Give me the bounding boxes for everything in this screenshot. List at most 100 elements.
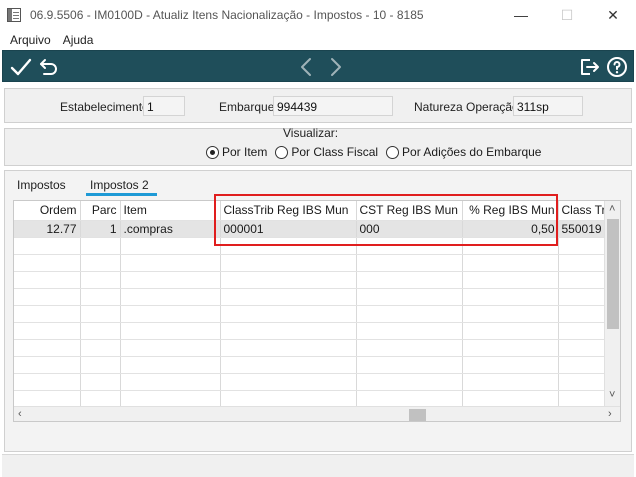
table-cell[interactable] bbox=[462, 254, 559, 272]
table-cell[interactable] bbox=[120, 322, 221, 340]
table-cell[interactable] bbox=[356, 339, 463, 357]
table-cell[interactable] bbox=[120, 271, 221, 289]
estabelecimento-field[interactable]: 1 bbox=[143, 96, 185, 116]
table-cell[interactable] bbox=[80, 288, 121, 306]
table-cell[interactable] bbox=[14, 356, 81, 374]
table-row[interactable] bbox=[14, 254, 619, 272]
table-cell[interactable] bbox=[356, 271, 463, 289]
minimize-button[interactable]: — bbox=[498, 0, 544, 30]
radio-por-adicoes-embarque[interactable]: Por Adições do Embarque bbox=[386, 145, 541, 159]
table-cell[interactable] bbox=[120, 339, 221, 357]
table-cell[interactable] bbox=[14, 339, 81, 357]
radio-por-class-fiscal[interactable]: Por Class Fiscal bbox=[275, 145, 378, 159]
scroll-up-icon[interactable]: ˄ bbox=[609, 203, 615, 215]
table-cell[interactable] bbox=[462, 271, 559, 289]
exit-icon[interactable] bbox=[577, 55, 601, 79]
table-cell[interactable] bbox=[220, 339, 357, 357]
table-cell[interactable] bbox=[120, 373, 221, 391]
check-icon[interactable] bbox=[9, 55, 33, 79]
radio-button[interactable] bbox=[206, 145, 219, 159]
table-cell[interactable] bbox=[120, 288, 221, 306]
table-cell[interactable]: 12.77 bbox=[14, 220, 81, 238]
tab-impostos-2[interactable]: Impostos 2 bbox=[90, 178, 149, 192]
table-cell[interactable] bbox=[14, 305, 81, 323]
table-cell[interactable] bbox=[80, 373, 121, 391]
table-cell[interactable] bbox=[120, 305, 221, 323]
table-cell[interactable] bbox=[462, 288, 559, 306]
table-row[interactable] bbox=[14, 390, 619, 408]
menu-arquivo[interactable]: Arquivo bbox=[10, 33, 51, 47]
vertical-scroll-thumb[interactable] bbox=[607, 219, 619, 329]
horizontal-scrollbar[interactable]: ‹ › bbox=[14, 406, 620, 421]
table-cell[interactable] bbox=[356, 322, 463, 340]
table-row[interactable] bbox=[14, 305, 619, 323]
undo-icon[interactable] bbox=[37, 55, 61, 79]
table-row[interactable] bbox=[14, 271, 619, 289]
chevron-left-icon[interactable] bbox=[295, 55, 319, 79]
table-cell[interactable] bbox=[14, 322, 81, 340]
table-cell[interactable] bbox=[120, 356, 221, 374]
table-cell[interactable] bbox=[220, 271, 357, 289]
table-cell[interactable] bbox=[80, 322, 121, 340]
table-cell[interactable] bbox=[220, 356, 357, 374]
help-icon[interactable] bbox=[605, 55, 629, 79]
table-row[interactable] bbox=[14, 339, 619, 357]
table-cell[interactable] bbox=[462, 390, 559, 408]
table-cell[interactable] bbox=[14, 373, 81, 391]
table-cell[interactable] bbox=[356, 390, 463, 408]
table-cell[interactable] bbox=[462, 322, 559, 340]
tab-impostos[interactable]: Impostos bbox=[17, 178, 66, 192]
table-cell[interactable] bbox=[220, 373, 357, 391]
scroll-down-icon[interactable]: ˅ bbox=[609, 389, 615, 401]
column-header-parc[interactable]: Parc bbox=[80, 201, 121, 221]
table-cell[interactable] bbox=[14, 254, 81, 272]
table-cell[interactable] bbox=[220, 390, 357, 408]
table-cell[interactable] bbox=[220, 305, 357, 323]
table-cell[interactable] bbox=[120, 390, 221, 408]
radio-button[interactable] bbox=[386, 145, 400, 159]
table-cell[interactable] bbox=[356, 288, 463, 306]
table-cell[interactable] bbox=[80, 339, 121, 357]
table-cell[interactable] bbox=[356, 356, 463, 374]
table-row[interactable] bbox=[14, 288, 619, 306]
table-cell[interactable] bbox=[220, 322, 357, 340]
table-cell[interactable] bbox=[14, 271, 81, 289]
table-cell[interactable]: 1 bbox=[80, 220, 121, 238]
table-cell[interactable] bbox=[120, 237, 221, 255]
radio-por-item[interactable]: Por Item bbox=[206, 145, 267, 159]
table-cell[interactable] bbox=[80, 254, 121, 272]
column-header-ordem[interactable]: Ordem bbox=[14, 201, 81, 221]
table-cell[interactable] bbox=[462, 339, 559, 357]
table-cell[interactable] bbox=[80, 271, 121, 289]
natureza-operacao-field[interactable]: 311sp bbox=[513, 96, 583, 116]
table-row[interactable] bbox=[14, 356, 619, 374]
close-button[interactable]: ✕ bbox=[590, 0, 636, 30]
table-cell[interactable]: .compras bbox=[120, 220, 221, 238]
table-row[interactable] bbox=[14, 373, 619, 391]
table-cell[interactable] bbox=[120, 254, 221, 272]
table-cell[interactable] bbox=[220, 288, 357, 306]
table-cell[interactable] bbox=[356, 305, 463, 323]
chevron-right-icon[interactable] bbox=[323, 55, 347, 79]
scroll-right-icon[interactable]: › bbox=[608, 408, 612, 420]
vertical-scrollbar[interactable]: ˄ ˅ bbox=[604, 201, 620, 406]
table-cell[interactable] bbox=[462, 305, 559, 323]
table-row[interactable] bbox=[14, 322, 619, 340]
table-cell[interactable] bbox=[462, 356, 559, 374]
table-cell[interactable] bbox=[80, 356, 121, 374]
table-cell[interactable] bbox=[462, 373, 559, 391]
table-cell[interactable] bbox=[356, 254, 463, 272]
menu-ajuda[interactable]: Ajuda bbox=[63, 33, 94, 47]
table-cell[interactable] bbox=[80, 305, 121, 323]
table-cell[interactable] bbox=[14, 288, 81, 306]
table-cell[interactable] bbox=[14, 390, 81, 408]
table-cell[interactable] bbox=[80, 390, 121, 408]
table-cell[interactable] bbox=[356, 373, 463, 391]
table-cell[interactable] bbox=[80, 237, 121, 255]
scroll-left-icon[interactable]: ‹ bbox=[18, 408, 22, 420]
table-cell[interactable] bbox=[14, 237, 81, 255]
table-cell[interactable] bbox=[220, 254, 357, 272]
horizontal-scroll-thumb[interactable] bbox=[409, 409, 426, 421]
radio-button[interactable] bbox=[275, 145, 289, 159]
embarque-field[interactable]: 994439 bbox=[273, 96, 393, 116]
